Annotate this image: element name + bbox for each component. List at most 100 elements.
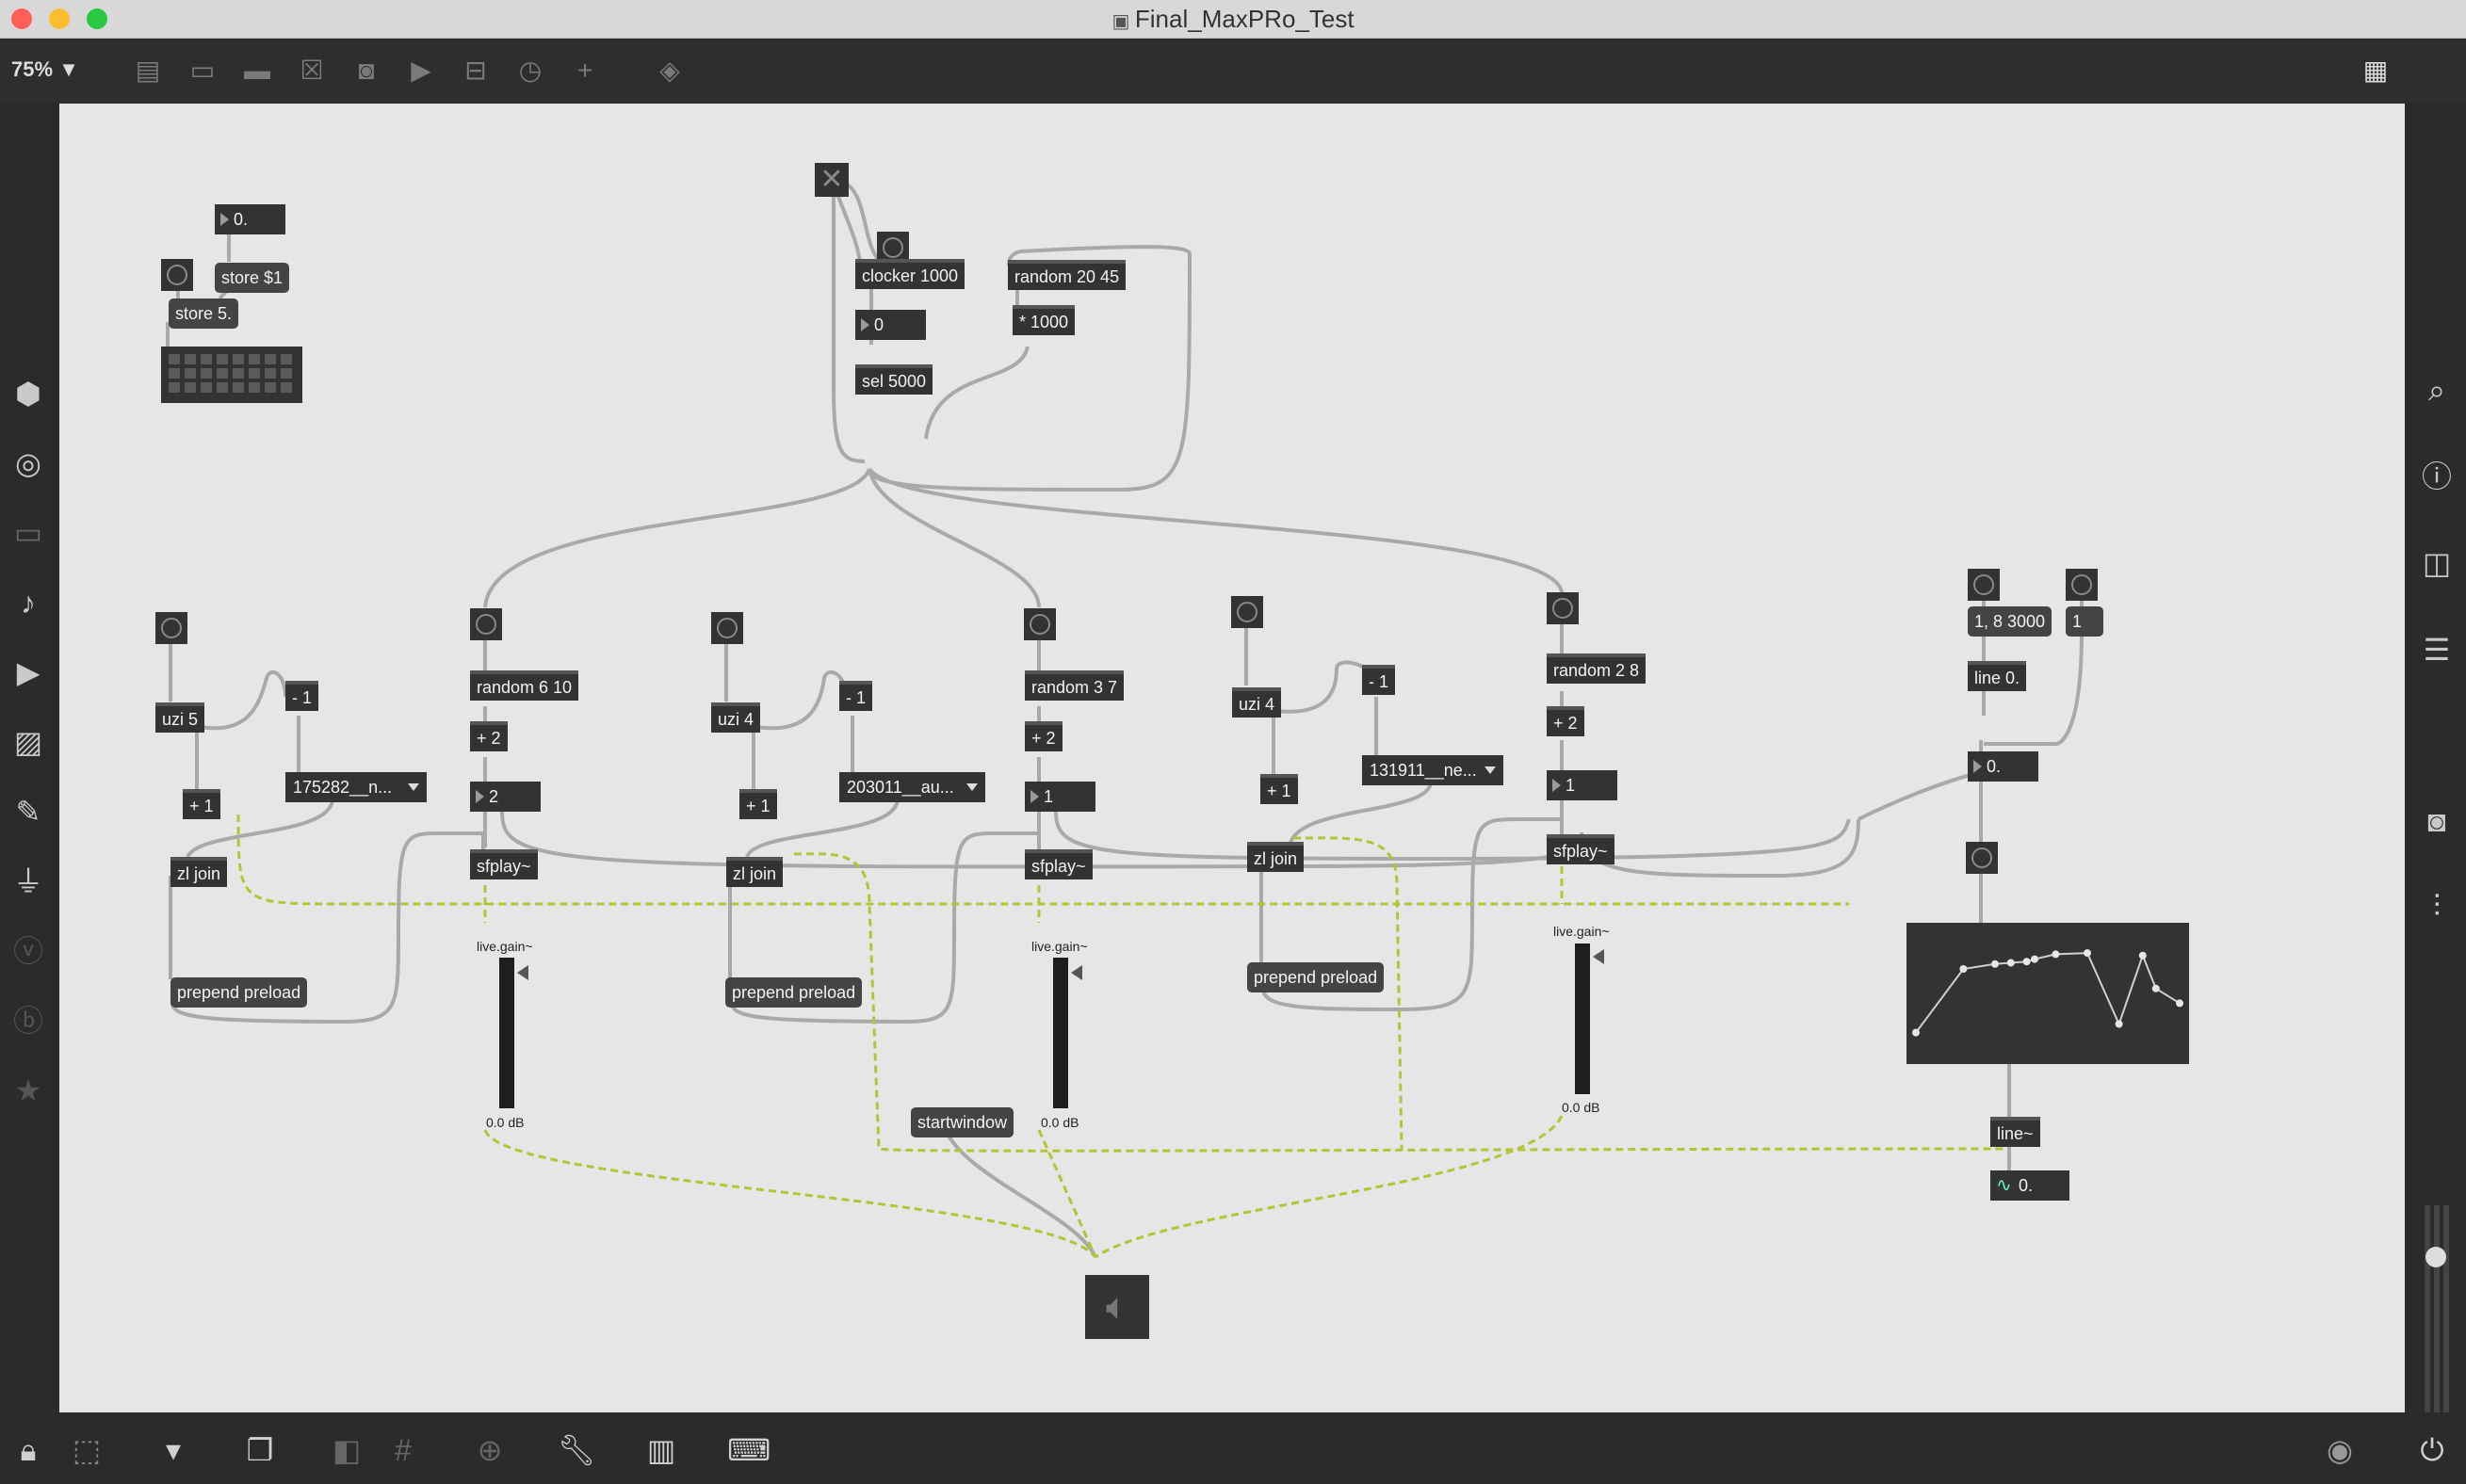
function-point[interactable] [2006,959,2015,967]
minus-object[interactable]: - 1 [839,681,873,711]
preset-slot[interactable] [265,354,276,364]
function-point[interactable] [1959,965,1968,973]
bang-button[interactable] [161,259,193,291]
prepend-preload-message[interactable]: prepend preload [170,977,308,1008]
preset-slot[interactable] [185,382,196,393]
new-object-icon[interactable]: ▤ [132,55,164,87]
vizzie-icon[interactable]: ⓥ [8,930,49,972]
preset-slot[interactable] [201,354,212,364]
new-message-icon[interactable]: ▭ [187,55,219,87]
select-icon[interactable]: ⬚ [66,1429,107,1471]
zl-join-object[interactable]: zl join [170,857,228,887]
play-object-icon[interactable]: ▶ [405,55,437,87]
music-note-icon[interactable]: ♪ [8,582,49,623]
bang-button[interactable] [1231,596,1263,628]
audio-status-icon[interactable]: ◉ [2319,1429,2361,1471]
preset-slot[interactable] [249,382,260,393]
windows-icon[interactable]: ❐ [239,1429,281,1471]
random-object[interactable]: random 3 7 [1025,670,1125,701]
volume-knob[interactable] [2425,1247,2446,1267]
grid-view-icon[interactable]: ▦ [2360,55,2392,87]
function-editor[interactable] [1906,923,2189,1064]
mute-icon[interactable]: ◧ [326,1429,367,1471]
sel-object[interactable]: sel 5000 [855,364,933,395]
file-umenu[interactable]: 131911__ne... [1362,755,1503,785]
preset-slot[interactable] [185,368,196,379]
image-icon[interactable]: ▨ [8,721,49,763]
function-point[interactable] [2115,1020,2123,1028]
file-umenu[interactable]: 175282__n... [285,772,427,802]
lock-icon[interactable]: 🔒︎ [8,1429,49,1471]
sfplay-object[interactable]: sfplay~ [1025,849,1093,879]
package-icon[interactable]: ⬢ [8,373,49,414]
bang-button[interactable] [155,612,187,644]
list-icon[interactable]: ☰ [2416,629,2458,670]
preset-grid[interactable] [161,347,302,403]
prepend-preload-message[interactable]: prepend preload [725,977,863,1008]
preset-slot[interactable] [217,368,228,379]
snapshot-icon[interactable]: ◙ [2416,800,2458,842]
uzi-object[interactable]: uzi 5 [155,702,205,733]
presentation-icon[interactable]: ▾ [153,1429,194,1471]
function-point[interactable] [1912,1028,1920,1037]
zoom-level-menu[interactable]: 75% ▼ [11,57,79,82]
preset-slot[interactable] [201,368,212,379]
connect-icon[interactable]: ⊕ [469,1429,511,1471]
store-5-message[interactable]: store 5. [169,298,239,329]
one-message[interactable]: 1 [2066,606,2103,637]
beap-icon[interactable]: ⓑ [8,1000,49,1041]
signal-number-box[interactable]: ∿ 0. [1990,1170,2069,1201]
function-point[interactable] [1991,960,1999,968]
ezdac-speaker-icon[interactable]: 🔈︎ [1085,1275,1149,1339]
preset-slot[interactable] [281,382,292,393]
sfplay-object[interactable]: sfplay~ [470,849,538,879]
toggle-button[interactable]: ✕ [815,163,849,197]
function-point[interactable] [2151,984,2160,992]
random-object[interactable]: random 6 10 [470,670,579,701]
int-number-box[interactable]: 0 [855,310,926,340]
toggle-object-icon[interactable]: ☒ [296,55,328,87]
float-number-box[interactable]: 0. [1968,751,2038,782]
plug-icon[interactable]: ⏚ [8,861,49,902]
plus-object[interactable]: + 1 [739,789,777,819]
button-object-icon[interactable]: ◙ [350,55,382,87]
bang-button[interactable] [1024,608,1056,640]
sfplay-object[interactable]: sfplay~ [1547,834,1614,864]
preset-slot[interactable] [233,354,244,364]
random-object[interactable]: random 2 8 [1547,653,1647,684]
int-number-box[interactable]: 1 [1547,770,1617,800]
reference-icon[interactable]: ◫ [2416,542,2458,584]
preset-slot[interactable] [169,354,180,364]
uzi-object[interactable]: uzi 4 [711,702,761,733]
preset-slot[interactable] [249,368,260,379]
preset-slot[interactable] [217,382,228,393]
plus-object[interactable]: + 2 [1025,721,1063,751]
add-object-icon[interactable]: + [569,55,601,87]
plus-object[interactable]: + 1 [1260,774,1298,804]
envelope-message[interactable]: 1, 8 3000 [1968,606,2052,637]
prepend-preload-message[interactable]: prepend preload [1247,962,1385,992]
bang-button[interactable] [711,612,743,644]
search-icon[interactable]: ⌕ [2416,369,2458,411]
random-object[interactable]: random 20 45 [1008,260,1127,290]
preset-slot[interactable] [185,354,196,364]
zl-join-object[interactable]: zl join [1247,842,1305,872]
store-message[interactable]: store $1 [215,263,290,293]
power-icon[interactable]: ⏻ [2411,1429,2453,1471]
function-point[interactable] [2031,955,2038,963]
function-point[interactable] [2084,949,2091,958]
preset-slot[interactable] [233,368,244,379]
dial-object-icon[interactable]: ◷ [514,55,546,87]
live-gain-slider[interactable] [1575,944,1590,1094]
bang-button[interactable] [2066,569,2098,601]
gain-pointer[interactable] [1593,949,1604,964]
preset-slot[interactable] [169,368,180,379]
float-number-box[interactable]: 0. [215,204,285,234]
live-gain-slider[interactable] [1053,958,1068,1108]
preset-slot[interactable] [201,382,212,393]
multiply-object[interactable]: * 1000 [1013,305,1076,335]
slider-object-icon[interactable]: ⊟ [460,55,492,87]
line-object[interactable]: line 0. [1968,661,2027,691]
function-point[interactable] [2176,999,2183,1008]
preset-slot[interactable] [265,382,276,393]
